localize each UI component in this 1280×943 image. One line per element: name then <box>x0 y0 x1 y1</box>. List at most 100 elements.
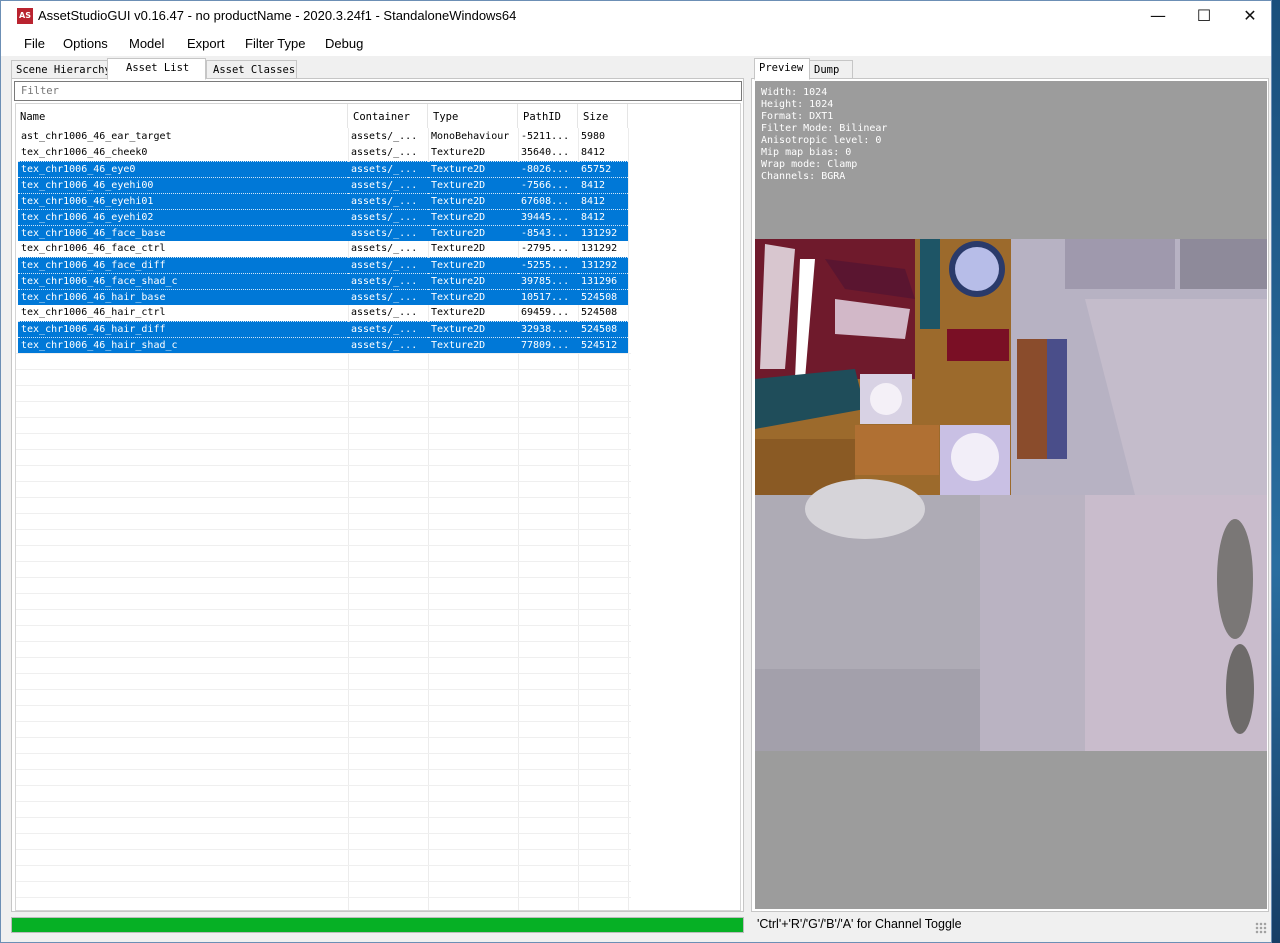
table-row[interactable]: tex_chr1006_46_hair_base assets/_... Textu… <box>16 289 740 305</box>
tab-preview[interactable]: Preview <box>754 58 810 80</box>
row-gridline <box>16 417 631 418</box>
cell-container: assets/_... <box>348 177 428 193</box>
menu-export[interactable]: Export <box>187 36 225 51</box>
row-gridline <box>16 401 631 402</box>
row-gridline <box>16 657 631 658</box>
menu-model[interactable]: Model <box>129 36 164 51</box>
table-row[interactable]: tex_chr1006_46_hair_ctrl assets/_... Textu… <box>16 305 740 321</box>
cell-pathid: -7566... <box>518 177 578 193</box>
window-title: AssetStudioGUI v0.16.47 - no productName… <box>38 8 517 23</box>
info-height: Height: 1024 <box>761 99 834 110</box>
resize-grip-icon[interactable] <box>1255 922 1267 934</box>
column-header-size[interactable]: Size <box>578 104 628 128</box>
cell-pathid: -8543... <box>518 225 578 241</box>
table-row[interactable]: tex_chr1006_46_hair_shad_c assets/_... Tex… <box>16 337 740 353</box>
row-gridline <box>16 897 631 898</box>
table-row[interactable]: tex_chr1006_46_face_ctrl assets/_... Textu… <box>16 241 740 257</box>
cell-container: assets/_... <box>351 131 418 142</box>
cell-pathid: 77809... <box>518 337 578 353</box>
table-row[interactable]: tex_chr1006_46_face_diff assets/_... Textu… <box>16 257 740 273</box>
row-gridline <box>16 849 631 850</box>
cell-type: Texture2D <box>428 177 518 193</box>
cell-name: tex_chr1006_46_hair_diff <box>18 321 348 337</box>
info-mipmap-bias: Mip map bias: 0 <box>761 147 852 158</box>
table-row[interactable]: tex_chr1006_46_eye0 assets/_... Texture2D -… <box>16 161 740 177</box>
filter-input[interactable] <box>15 82 741 100</box>
preview-area[interactable]: Width: 1024 Height: 1024 Format: DXT1 Fi… <box>755 81 1267 909</box>
cell-name: tex_chr1006_46_eyehi00 <box>18 177 348 193</box>
table-row[interactable]: tex_chr1006_46_eyehi01 assets/_... Texture… <box>16 193 740 209</box>
row-gridline <box>16 801 631 802</box>
progress-fill <box>12 918 743 932</box>
cell-container: assets/_... <box>348 321 428 337</box>
cell-type: Texture2D <box>428 193 518 209</box>
filter-field[interactable] <box>14 81 742 101</box>
menu-options[interactable]: Options <box>63 36 108 51</box>
row-gridline <box>16 369 631 370</box>
table-row[interactable]: tex_chr1006_46_cheek0 assets/_... Texture2… <box>16 145 740 161</box>
info-channels: Channels: BGRA <box>761 171 846 182</box>
cell-name: tex_chr1006_46_hair_base <box>18 289 348 305</box>
menu-filter-type[interactable]: Filter Type <box>245 36 305 51</box>
row-gridline <box>16 593 631 594</box>
table-row[interactable]: tex_chr1006_46_eyehi02 assets/_... Texture… <box>16 209 740 225</box>
row-gridline <box>16 833 631 834</box>
row-gridline <box>16 513 631 514</box>
asset-list-panel: Name Container Type PathID Size ast_chr1… <box>11 78 744 912</box>
cell-size: 131292 <box>578 225 628 241</box>
cell-container: assets/_... <box>351 147 418 158</box>
cell-pathid: -5211... <box>521 131 570 142</box>
row-gridline <box>16 705 631 706</box>
table-row[interactable]: tex_chr1006_46_eyehi00 assets/_... Texture… <box>16 177 740 193</box>
cell-type: Texture2D <box>428 337 518 353</box>
asset-list[interactable]: Name Container Type PathID Size ast_chr1… <box>15 103 741 911</box>
desktop-background <box>1272 0 1280 943</box>
cell-size: 131296 <box>578 273 628 289</box>
tab-asset-list[interactable]: Asset List <box>107 58 206 80</box>
column-header-type[interactable]: Type <box>428 104 518 128</box>
cell-type: Texture2D <box>428 225 518 241</box>
minimize-button[interactable]: — <box>1135 1 1181 32</box>
cell-type: Texture2D <box>428 161 518 177</box>
table-row[interactable]: tex_chr1006_46_face_base assets/_... Textu… <box>16 225 740 241</box>
row-gridline <box>16 769 631 770</box>
cell-container: assets/_... <box>348 289 428 305</box>
row-gridline <box>16 385 631 386</box>
column-header-container[interactable]: Container <box>348 104 428 128</box>
row-gridline <box>16 529 631 530</box>
cell-name: tex_chr1006_46_face_shad_c <box>18 273 348 289</box>
cell-type: Texture2D <box>428 257 518 273</box>
tab-asset-classes[interactable]: Asset Classes <box>206 60 297 80</box>
info-format: Format: DXT1 <box>761 111 834 122</box>
title-bar[interactable]: AS AssetStudioGUI v0.16.47 - no productN… <box>1 1 1271 32</box>
tab-dump[interactable]: Dump <box>809 60 853 80</box>
row-gridline <box>16 609 631 610</box>
column-header-pathid[interactable]: PathID <box>518 104 578 128</box>
table-row[interactable]: tex_chr1006_46_hair_diff assets/_... Textu… <box>16 321 740 337</box>
cell-type: Texture2D <box>431 307 486 318</box>
maximize-button[interactable]: ☐ <box>1181 1 1227 32</box>
info-width: Width: 1024 <box>761 87 828 98</box>
row-gridline <box>16 785 631 786</box>
cell-size: 524512 <box>578 337 628 353</box>
row-gridline <box>16 577 631 578</box>
info-filter-mode: Filter Mode: Bilinear <box>761 123 888 134</box>
column-header-name[interactable]: Name <box>16 104 348 128</box>
cell-container: assets/_... <box>348 337 428 353</box>
cell-size: 524508 <box>578 289 628 305</box>
close-button[interactable]: ✕ <box>1227 1 1273 32</box>
cell-container: assets/_... <box>348 225 428 241</box>
row-gridline <box>16 449 631 450</box>
row-gridline <box>16 625 631 626</box>
table-row[interactable]: tex_chr1006_46_face_shad_c assets/_... Tex… <box>16 273 740 289</box>
cell-pathid: 67608... <box>518 193 578 209</box>
table-row[interactable]: ast_chr1006_46_ear_target assets/_... Mono… <box>16 129 740 145</box>
cell-container: assets/_... <box>351 243 418 254</box>
menu-bar: File Options Model Export Filter Type De… <box>1 32 1271 56</box>
cell-pathid: 10517... <box>518 289 578 305</box>
cell-name: tex_chr1006_46_face_diff <box>18 257 348 273</box>
cell-type: Texture2D <box>431 243 486 254</box>
menu-debug[interactable]: Debug <box>325 36 363 51</box>
tab-scene-hierarchy[interactable]: Scene Hierarchy <box>11 60 108 80</box>
menu-file[interactable]: File <box>24 36 45 51</box>
